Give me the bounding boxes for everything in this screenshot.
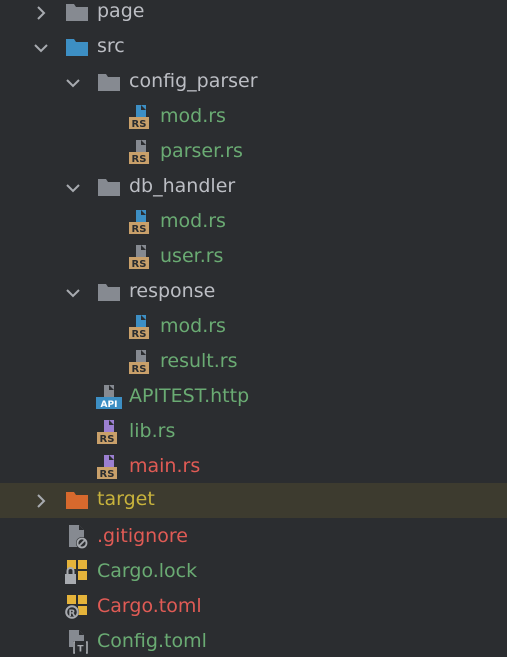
svg-text:RS: RS <box>132 259 147 270</box>
cargo-toml-file-icon: R <box>65 595 87 619</box>
tree-row-file[interactable]: R Cargo.toml <box>0 590 507 625</box>
folder-icon <box>98 284 120 301</box>
svg-text:API: API <box>101 400 118 410</box>
tree-row-label: mod.rs <box>160 315 226 337</box>
chevron-right-icon[interactable] <box>30 490 52 512</box>
tree-row-label: Cargo.lock <box>97 560 198 582</box>
rust-mod-file-icon: RS <box>129 105 149 130</box>
rust-main-file-icon: RS <box>97 455 117 480</box>
svg-text:RS: RS <box>132 329 147 340</box>
tree-row-file[interactable]: RS parser.rs <box>0 135 507 170</box>
tree-row-file[interactable]: RS mod.rs <box>0 310 507 345</box>
tree-row-file[interactable]: API APITEST.http <box>0 380 507 415</box>
tree-row-target[interactable]: target <box>0 483 507 518</box>
tree-row-file[interactable]: RS mod.rs <box>0 205 507 240</box>
folder-icon <box>98 179 120 196</box>
tree-row-label: parser.rs <box>160 140 243 162</box>
tree-row-label: target <box>97 488 155 510</box>
rust-mod-file-icon: RS <box>129 210 149 235</box>
tree-row-file[interactable]: .gitignore <box>0 520 507 555</box>
tree-row-label: mod.rs <box>160 210 226 232</box>
tree-row-file[interactable]: RS mod.rs <box>0 100 507 135</box>
svg-text:R: R <box>69 609 76 619</box>
tree-row-file[interactable]: Cargo.lock <box>0 555 507 590</box>
tree-row-label: user.rs <box>160 245 224 267</box>
tree-row-response[interactable]: response <box>0 275 507 310</box>
svg-text:RS: RS <box>132 154 147 165</box>
svg-text:RS: RS <box>132 119 147 130</box>
http-api-file-icon: API <box>96 385 122 410</box>
tree-row-label: config_parser <box>129 70 258 92</box>
chevron-down-icon[interactable] <box>30 37 52 59</box>
folder-icon <box>66 4 88 21</box>
tree-row-label: Config.toml <box>97 630 207 652</box>
tree-row-file[interactable]: T Config.toml <box>0 625 507 657</box>
tree-row-file[interactable]: RS main.rs <box>0 450 507 485</box>
rust-file-icon: RS <box>129 140 149 165</box>
cargo-lock-file-icon <box>65 560 87 584</box>
toml-file-icon: T <box>69 630 88 655</box>
chevron-down-icon[interactable] <box>62 72 84 94</box>
rust-lib-file-icon: RS <box>97 420 117 445</box>
svg-text:RS: RS <box>100 434 115 445</box>
tree-row-label: src <box>97 35 125 57</box>
project-tree: page src config_parser RS mod.rs RS pars… <box>0 0 507 657</box>
tree-row-label: main.rs <box>129 455 201 477</box>
rust-mod-file-icon: RS <box>129 315 149 340</box>
tree-row-label: APITEST.http <box>129 385 250 407</box>
svg-text:T: T <box>77 645 84 655</box>
tree-row-label: result.rs <box>160 350 238 372</box>
source-folder-icon <box>66 39 88 56</box>
chevron-down-icon[interactable] <box>62 282 84 304</box>
tree-row-label: page <box>97 0 145 22</box>
chevron-right-icon[interactable] <box>30 2 52 24</box>
tree-row-label: lib.rs <box>129 420 176 442</box>
svg-text:RS: RS <box>132 224 147 235</box>
tree-row-file[interactable]: RS lib.rs <box>0 415 507 450</box>
tree-row-config-parser[interactable]: config_parser <box>0 65 507 100</box>
tree-row-file[interactable]: RS result.rs <box>0 345 507 380</box>
tree-row-label: Cargo.toml <box>97 595 202 617</box>
excluded-folder-icon <box>66 492 88 509</box>
tree-row-db-handler[interactable]: db_handler <box>0 170 507 205</box>
tree-row-label: .gitignore <box>97 525 188 547</box>
rust-file-icon: RS <box>129 245 149 270</box>
svg-text:RS: RS <box>132 364 147 375</box>
gitignore-file-icon <box>69 525 88 549</box>
tree-row-label: response <box>129 280 216 302</box>
svg-text:RS: RS <box>100 469 115 480</box>
folder-icon <box>98 74 120 91</box>
rust-file-icon: RS <box>129 350 149 375</box>
tree-row-src[interactable]: src <box>0 30 507 65</box>
tree-row-file[interactable]: RS user.rs <box>0 240 507 275</box>
tree-row-page[interactable]: page <box>0 0 507 30</box>
tree-row-label: mod.rs <box>160 105 226 127</box>
chevron-down-icon[interactable] <box>62 177 84 199</box>
tree-row-label: db_handler <box>129 175 236 197</box>
